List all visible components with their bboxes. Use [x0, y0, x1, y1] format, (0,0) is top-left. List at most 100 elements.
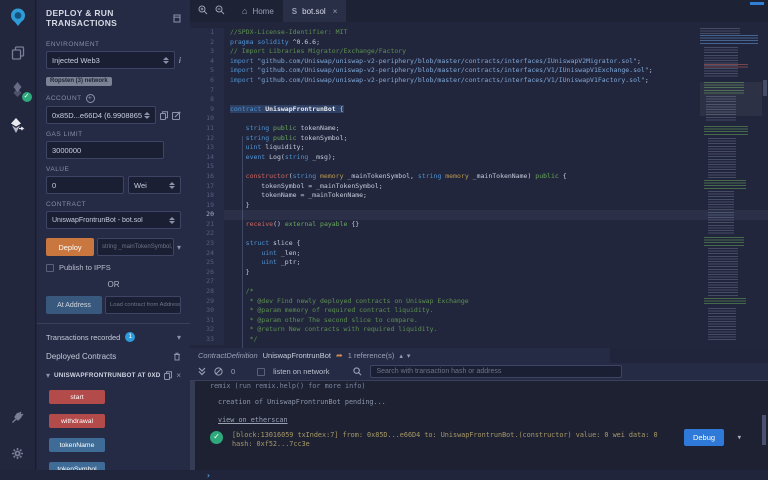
at-address-button[interactable]: At Address: [46, 296, 102, 314]
terminal-scrollbar[interactable]: [762, 415, 766, 445]
code-line-12[interactable]: 12 string public tokenSymbol;: [190, 134, 768, 144]
code-line-10[interactable]: 10: [190, 114, 768, 124]
code-line-23[interactable]: 23 struct slice {: [190, 239, 768, 249]
close-tab-icon[interactable]: ×: [333, 7, 338, 16]
close-instance-icon[interactable]: ×: [176, 371, 181, 380]
code-line-16[interactable]: 16 constructor(string memory _mainTokenS…: [190, 172, 768, 182]
code-line-4[interactable]: 4import "github.com/Uniswap/uniswap-v2-p…: [190, 57, 768, 67]
code-line-7[interactable]: 7: [190, 86, 768, 96]
code-line-14[interactable]: 14 event Log(string _msg);: [190, 153, 768, 163]
code-line-31[interactable]: 31 * @param other The second slice to co…: [190, 316, 768, 326]
expand-terminal-icon[interactable]: [198, 363, 206, 381]
code-line-13[interactable]: 13 uint liquidity;: [190, 143, 768, 153]
gas-limit-label: GAS LIMIT: [46, 131, 181, 138]
next-reference-icon[interactable]: ▾: [407, 352, 411, 360]
debug-button[interactable]: Debug: [684, 429, 724, 446]
environment-select[interactable]: Injected Web3: [46, 51, 175, 69]
code-line-24[interactable]: 24 uint _len;: [190, 249, 768, 259]
add-account-icon[interactable]: +: [86, 94, 95, 103]
code-line-5[interactable]: 5import "github.com/Uniswap/uniswap-v2-p…: [190, 66, 768, 76]
code-line-25[interactable]: 25 uint _ptr;: [190, 258, 768, 268]
contract-select[interactable]: UniswapFrontrunBot - bot.sol: [46, 211, 181, 229]
code-line-8[interactable]: 8: [190, 95, 768, 105]
clear-console-icon[interactable]: [214, 363, 223, 381]
code-line-30[interactable]: 30 * @param memory of required contract …: [190, 306, 768, 316]
zoom-out-icon[interactable]: [215, 2, 225, 20]
at-address-input[interactable]: Load contract from Address: [105, 296, 181, 314]
function-button-tokenname[interactable]: tokenName: [49, 438, 105, 452]
deploy-expand-chevron-icon[interactable]: ▾: [177, 243, 181, 252]
code-line-6[interactable]: 6import "github.com/Uniswap/uniswap-v2-p…: [190, 76, 768, 86]
copy-instance-icon[interactable]: [164, 371, 172, 380]
value-input[interactable]: 0: [46, 176, 124, 194]
terminal-output[interactable]: remix (run remix.help() for more info) c…: [196, 381, 768, 470]
solidity-compiler-icon[interactable]: ✓: [7, 78, 29, 100]
file-explorer-icon[interactable]: [7, 42, 29, 64]
tx-expand-chevron-icon[interactable]: ▾: [737, 433, 742, 443]
code-area[interactable]: 1//SPDX-License-Identifier: MIT2pragma s…: [190, 22, 768, 348]
deploy-run-icon[interactable]: [7, 114, 29, 136]
plugin-manager-icon[interactable]: [7, 406, 29, 428]
deployed-contracts-label: Deployed Contracts: [46, 352, 116, 361]
remix-logo-icon[interactable]: [7, 6, 29, 28]
line-number: 26: [190, 268, 224, 278]
terminal-prompt: ›: [206, 471, 211, 480]
publish-ipfs-checkbox[interactable]: [46, 264, 54, 272]
goto-reference-icon[interactable]: ➦: [336, 351, 343, 360]
settings-gear-icon[interactable]: [7, 442, 29, 464]
etherscan-link[interactable]: view on etherscan: [218, 416, 288, 424]
code-line-18[interactable]: 18 tokenName = _mainTokenName;: [190, 191, 768, 201]
gas-limit-input[interactable]: 3000000: [46, 141, 164, 159]
account-select[interactable]: 0x85D...e66D4 (6.9908865: [46, 106, 156, 124]
code-line-26[interactable]: 26 }: [190, 268, 768, 278]
code-line-15[interactable]: 15: [190, 162, 768, 172]
code-line-19[interactable]: 19 }: [190, 201, 768, 211]
deploy-button[interactable]: Deploy: [46, 238, 94, 256]
network-badge: Ropsten (3) network: [46, 77, 112, 86]
editor-scrollbar[interactable]: [763, 80, 767, 96]
tx-log-line[interactable]: [block:13016059 txIndex:7] from: 0x85D..…: [232, 431, 658, 449]
edit-account-icon[interactable]: [172, 111, 181, 120]
deploy-args-input[interactable]: string _mainTokenSymbol,: [97, 238, 174, 256]
instance-collapse-chevron-icon[interactable]: ▾: [46, 371, 50, 380]
transactions-chevron-icon[interactable]: ▾: [177, 333, 181, 342]
terminal-resize-strip[interactable]: [190, 381, 195, 470]
code-line-2[interactable]: 2pragma solidity ^0.6.6;: [190, 38, 768, 48]
code-line-17[interactable]: 17 tokenSymbol = _mainTokenSymbol;: [190, 182, 768, 192]
function-button-withdrawal[interactable]: withdrawal: [49, 414, 105, 428]
terminal-header: 0 listen on network Search with transact…: [190, 363, 768, 381]
line-number: 3: [190, 47, 224, 57]
tab-home[interactable]: ⌂ Home: [233, 0, 283, 22]
environment-info-icon[interactable]: i: [179, 56, 181, 65]
code-line-22[interactable]: 22: [190, 229, 768, 239]
code-line-29[interactable]: 29 * @dev Find newly deployed contracts …: [190, 297, 768, 307]
line-number: 10: [190, 114, 224, 124]
code-line-33[interactable]: 33 */: [190, 335, 768, 345]
code-line-20[interactable]: 20: [190, 210, 768, 220]
minimap-slider[interactable]: [700, 82, 762, 116]
plugin-info-icon[interactable]: [173, 14, 181, 23]
code-line-21[interactable]: 21 receive() external payable {}: [190, 220, 768, 230]
indent-guide: [242, 136, 243, 348]
prev-reference-icon[interactable]: ▴: [399, 352, 403, 360]
value-unit-select[interactable]: Wei: [128, 176, 181, 194]
code-line-32[interactable]: 32 * @return New contracts with required…: [190, 325, 768, 335]
deploy-run-panel: DEPLOY & RUN TRANSACTIONS ENVIRONMENT In…: [37, 0, 190, 470]
code-line-27[interactable]: 27: [190, 277, 768, 287]
minimap[interactable]: [700, 26, 762, 344]
clear-deployed-trash-icon[interactable]: [173, 352, 181, 361]
code-line-1[interactable]: 1//SPDX-License-Identifier: MIT: [190, 28, 768, 38]
line-number: 31: [190, 316, 224, 326]
listen-network-checkbox[interactable]: [257, 368, 265, 376]
tab-bot-sol[interactable]: S bot.sol ×: [283, 0, 347, 22]
zoom-in-icon[interactable]: [198, 2, 208, 20]
code-line-9[interactable]: 9contract UniswapFrontrunBot {: [190, 105, 768, 115]
code-line-28[interactable]: 28 /*: [190, 287, 768, 297]
copy-account-icon[interactable]: [160, 111, 168, 120]
search-icon: [353, 363, 362, 381]
function-button-tokensymbol[interactable]: tokenSymbol: [49, 462, 105, 470]
terminal-search-input[interactable]: Search with transaction hash or address: [370, 365, 622, 378]
function-button-start[interactable]: start: [49, 390, 105, 404]
code-line-11[interactable]: 11 string public tokenName;: [190, 124, 768, 134]
code-line-3[interactable]: 3// Import Libraries Migrator/Exchange/F…: [190, 47, 768, 57]
